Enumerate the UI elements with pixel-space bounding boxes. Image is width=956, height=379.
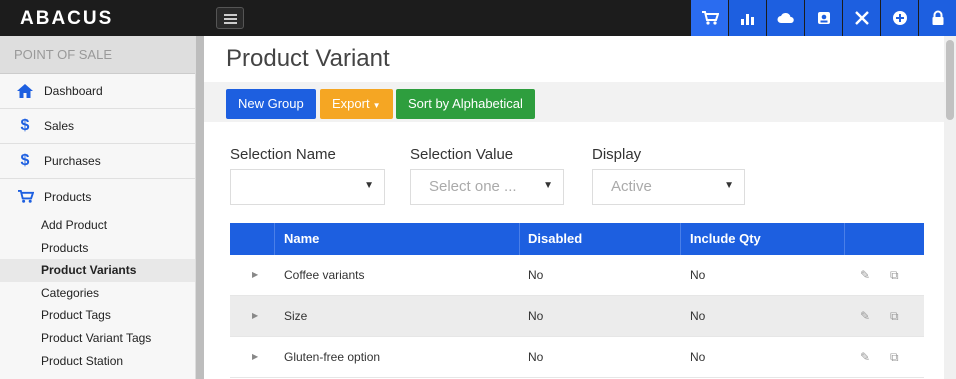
- table-row[interactable]: ▶ Size No No ✎ ⧉: [230, 296, 924, 337]
- dollar-icon: $: [20, 152, 30, 169]
- sidebar-subitem-products[interactable]: Products: [0, 237, 195, 260]
- selection-name-label: Selection Name: [230, 146, 336, 163]
- select-value: Active: [611, 178, 652, 195]
- copy-icon[interactable]: ⧉: [890, 350, 899, 365]
- cell-disabled: No: [528, 350, 544, 364]
- select-value: Select one ...: [429, 178, 517, 195]
- cell-name: Size: [284, 309, 308, 323]
- cell-include-qty: No: [690, 268, 706, 282]
- cell-disabled: No: [528, 309, 544, 323]
- toolbar: New Group Export ▼ Sort by Alphabetical: [204, 82, 944, 122]
- scrollbar-thumb[interactable]: [946, 40, 954, 120]
- sidebar-section-title: POINT OF SALE: [0, 36, 195, 74]
- display-select[interactable]: Active ▼: [592, 169, 745, 205]
- sidebar-item-products[interactable]: Products: [0, 179, 195, 214]
- sidebar-item-label: Sales: [44, 119, 75, 133]
- cell-include-qty: No: [690, 309, 706, 323]
- copy-icon[interactable]: ⧉: [890, 268, 899, 283]
- selection-value-select[interactable]: Select one ... ▼: [410, 169, 564, 205]
- selection-value-label: Selection Value: [410, 146, 514, 163]
- caret-down-icon: ▼: [372, 101, 381, 110]
- sort-alphabetical-button[interactable]: Sort by Alphabetical: [396, 89, 535, 119]
- cart-icon[interactable]: [691, 0, 728, 36]
- sidebar-item-sales[interactable]: $ Sales: [0, 109, 195, 144]
- sidebar-item-label: Purchases: [44, 154, 101, 168]
- caret-down-icon: ▼: [364, 180, 374, 191]
- caret-down-icon: ▼: [724, 180, 734, 191]
- export-button[interactable]: Export ▼: [320, 89, 393, 119]
- sidebar-item-purchases[interactable]: $ Purchases: [0, 144, 195, 179]
- table-header: Name Disabled Include Qty: [230, 223, 924, 255]
- sidebar-item-label: Products: [44, 189, 92, 204]
- page-scrollbar[interactable]: [944, 36, 956, 379]
- expand-icon[interactable]: ▶: [252, 311, 258, 320]
- sidebar-item-label: Dashboard: [44, 84, 103, 98]
- new-group-button[interactable]: New Group: [226, 89, 316, 119]
- home-icon: [14, 83, 36, 99]
- column-header-disabled[interactable]: Disabled: [528, 231, 582, 246]
- plus-circle-icon[interactable]: [881, 0, 918, 36]
- sidebar-subitem-product-tags[interactable]: Product Tags: [0, 304, 195, 327]
- cloud-icon[interactable]: [767, 0, 804, 36]
- expand-icon[interactable]: ▶: [252, 352, 258, 361]
- dollar-icon: $: [20, 117, 30, 134]
- export-label: Export: [332, 96, 370, 111]
- copy-icon[interactable]: ⧉: [890, 309, 899, 324]
- page-title: Product Variant: [226, 45, 390, 72]
- cell-include-qty: No: [690, 350, 706, 364]
- sidebar-subitem-categories[interactable]: Categories: [0, 282, 195, 305]
- variants-table: Name Disabled Include Qty ▶ Coffee varia…: [230, 223, 924, 378]
- sidebar-item-dashboard[interactable]: Dashboard: [0, 74, 195, 109]
- selection-name-select[interactable]: ▼: [230, 169, 385, 205]
- cell-name: Coffee variants: [284, 268, 365, 282]
- lock-icon[interactable]: [919, 0, 956, 36]
- contact-icon[interactable]: [805, 0, 842, 36]
- display-label: Display: [592, 146, 642, 163]
- chart-icon[interactable]: [729, 0, 766, 36]
- edit-icon[interactable]: ✎: [860, 268, 870, 282]
- caret-down-icon: ▼: [543, 180, 553, 191]
- main-content: Product Variant New Group Export ▼ Sort b…: [204, 36, 944, 379]
- top-navbar: ABACUS: [0, 0, 956, 36]
- sidebar-subitem-add-product[interactable]: Add Product: [0, 214, 195, 237]
- menu-toggle-button[interactable]: [216, 7, 244, 29]
- column-header-include-qty[interactable]: Include Qty: [690, 231, 761, 246]
- sidebar-subitem-product-variant-tags[interactable]: Product Variant Tags: [0, 327, 195, 350]
- tools-icon[interactable]: [843, 0, 880, 36]
- edit-icon[interactable]: ✎: [860, 309, 870, 323]
- column-header-name[interactable]: Name: [284, 231, 319, 246]
- edit-icon[interactable]: ✎: [860, 350, 870, 364]
- sidebar-subitem-product-station[interactable]: Product Station: [0, 350, 195, 373]
- sidebar: POINT OF SALE Dashboard $ Sales $ Purcha…: [0, 36, 196, 379]
- cell-disabled: No: [528, 268, 544, 282]
- expand-icon[interactable]: ▶: [252, 270, 258, 279]
- sidebar-subitem-product-variants[interactable]: Product Variants: [0, 259, 195, 282]
- app-logo[interactable]: ABACUS: [20, 8, 113, 30]
- sidebar-scrollbar[interactable]: [196, 36, 204, 379]
- cell-name: Gluten-free option: [284, 350, 381, 364]
- cart-icon: [14, 189, 36, 204]
- table-row[interactable]: ▶ Gluten-free option No No ✎ ⧉: [230, 337, 924, 378]
- table-row[interactable]: ▶ Coffee variants No No ✎ ⧉: [230, 255, 924, 296]
